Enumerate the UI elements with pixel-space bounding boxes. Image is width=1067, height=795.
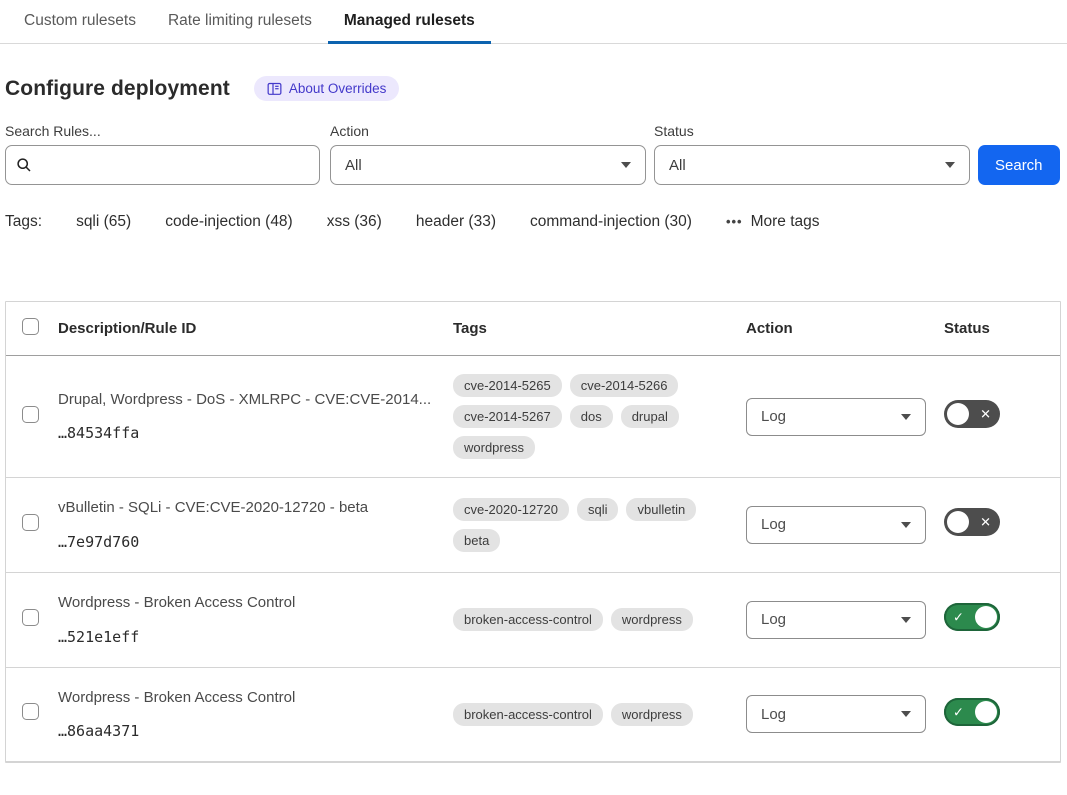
toggle-knob (975, 701, 997, 723)
select-all-checkbox[interactable] (22, 318, 39, 335)
rule-tag-pill: dos (570, 405, 613, 428)
rule-status-toggle[interactable]: ✕ (944, 508, 1000, 536)
rule-tag-pill: wordpress (453, 436, 535, 459)
table-row: Wordpress - Broken Access Control …521e1… (6, 573, 1060, 668)
search-button[interactable]: Search (978, 145, 1060, 185)
rule-tag-pill: cve-2020-12720 (453, 498, 569, 521)
rule-status-toggle[interactable]: ✓ (944, 698, 1000, 726)
chevron-down-icon (945, 162, 955, 168)
rule-tag-pill: sqli (577, 498, 619, 521)
chevron-down-icon (621, 162, 631, 168)
chevron-down-icon (901, 617, 911, 623)
status-filter-select[interactable]: All (654, 145, 970, 185)
page-title: Configure deployment (5, 77, 230, 101)
column-header-status: Status (938, 320, 1060, 337)
tags-bar-label: Tags: (5, 213, 42, 231)
rule-description: Wordpress - Broken Access Control (58, 594, 441, 613)
search-rules-label: Search Rules... (5, 123, 320, 139)
ellipsis-icon: ••• (726, 214, 743, 229)
filter-bar: Search Rules... Action All Status All (5, 123, 1061, 185)
row-checkbox[interactable] (22, 406, 39, 423)
more-tags-label: More tags (751, 213, 820, 231)
action-filter-value: All (345, 157, 362, 174)
rule-id: …84534ffa (58, 424, 441, 442)
row-checkbox[interactable] (22, 514, 39, 531)
rule-description: Wordpress - Broken Access Control (58, 689, 441, 708)
rule-action-select[interactable]: Log (746, 695, 926, 733)
more-tags-button[interactable]: ••• More tags (726, 213, 820, 231)
toggle-knob (947, 403, 969, 425)
tag-filter[interactable]: command-injection (30) (530, 213, 692, 230)
chevron-down-icon (901, 414, 911, 420)
rule-tag-pill: vbulletin (626, 498, 696, 521)
rule-id: …7e97d760 (58, 533, 441, 551)
rule-id: …86aa4371 (58, 722, 441, 740)
toggle-state-icon: ✕ (980, 516, 991, 529)
column-header-action: Action (740, 320, 938, 337)
rule-tag-pill: wordpress (611, 703, 693, 726)
tag-filter[interactable]: xss (36) (327, 213, 382, 230)
toggle-knob (947, 511, 969, 533)
rule-tags: cve-2014-5265 cve-2014-5266 cve-2014-5267 d… (447, 356, 740, 477)
rule-tag-pill: broken-access-control (453, 608, 603, 631)
tab-rate-limiting-rulesets[interactable]: Rate limiting rulesets (152, 0, 328, 44)
rule-action-select[interactable]: Log (746, 601, 926, 639)
tags-bar: Tags: sqli (65) code-injection (48) xss (3… (5, 213, 1061, 231)
search-box[interactable] (5, 145, 320, 185)
rule-tag-pill: cve-2014-5265 (453, 374, 562, 397)
rule-action-select[interactable]: Log (746, 398, 926, 436)
rule-description: vBulletin - SQLi - CVE:CVE-2020-12720 - … (58, 499, 441, 518)
action-filter-select[interactable]: All (330, 145, 646, 185)
rule-tags: cve-2020-12720 sqli vbulletin beta (447, 480, 740, 570)
page-header: Configure deployment About Overrides (5, 76, 1061, 101)
rule-status-toggle[interactable]: ✕ (944, 400, 1000, 428)
rule-tag-pill: cve-2014-5267 (453, 405, 562, 428)
tag-filter[interactable]: header (33) (416, 213, 496, 230)
toggle-state-icon: ✓ (953, 705, 964, 718)
status-filter-label: Status (654, 123, 970, 139)
rule-tag-pill: cve-2014-5266 (570, 374, 679, 397)
tag-filter[interactable]: sqli (65) (76, 213, 131, 230)
search-icon (16, 157, 32, 173)
table-row: Wordpress - Broken Access Control …86aa4… (6, 668, 1060, 763)
toggle-state-icon: ✓ (953, 611, 964, 624)
action-filter-label: Action (330, 123, 646, 139)
rule-id: …521e1eff (58, 628, 441, 646)
toggle-knob (975, 606, 997, 628)
tab-custom-rulesets[interactable]: Custom rulesets (8, 0, 152, 44)
chevron-down-icon (901, 711, 911, 717)
rule-description: Drupal, Wordpress - DoS - XMLRPC - CVE:C… (58, 391, 441, 410)
toggle-state-icon: ✕ (980, 408, 991, 421)
rule-tag-pill: drupal (621, 405, 679, 428)
rule-status-toggle[interactable]: ✓ (944, 603, 1000, 631)
ruleset-tabs: Custom rulesets Rate limiting rulesets M… (0, 0, 1067, 44)
rule-tags: broken-access-control wordpress (447, 685, 740, 744)
tag-filter[interactable]: code-injection (48) (165, 213, 293, 230)
table-row: Drupal, Wordpress - DoS - XMLRPC - CVE:C… (6, 356, 1060, 478)
about-overrides-badge[interactable]: About Overrides (254, 76, 400, 101)
tab-managed-rulesets[interactable]: Managed rulesets (328, 0, 491, 44)
table-header: Description/Rule ID Tags Action Status (6, 302, 1060, 356)
column-header-description: Description/Rule ID (52, 320, 447, 337)
row-checkbox[interactable] (22, 609, 39, 626)
rule-tag-pill: broken-access-control (453, 703, 603, 726)
column-header-tags: Tags (447, 320, 740, 337)
book-icon (267, 82, 282, 96)
row-checkbox[interactable] (22, 703, 39, 720)
rule-tag-pill: wordpress (611, 608, 693, 631)
table-row: vBulletin - SQLi - CVE:CVE-2020-12720 - … (6, 478, 1060, 573)
chevron-down-icon (901, 522, 911, 528)
rule-tags: broken-access-control wordpress (447, 590, 740, 649)
search-rules-input[interactable] (40, 157, 309, 174)
rules-table: Description/Rule ID Tags Action Status D… (5, 301, 1061, 763)
rule-action-select[interactable]: Log (746, 506, 926, 544)
about-overrides-label: About Overrides (289, 81, 387, 96)
rule-tag-pill: beta (453, 529, 500, 552)
status-filter-value: All (669, 157, 686, 174)
